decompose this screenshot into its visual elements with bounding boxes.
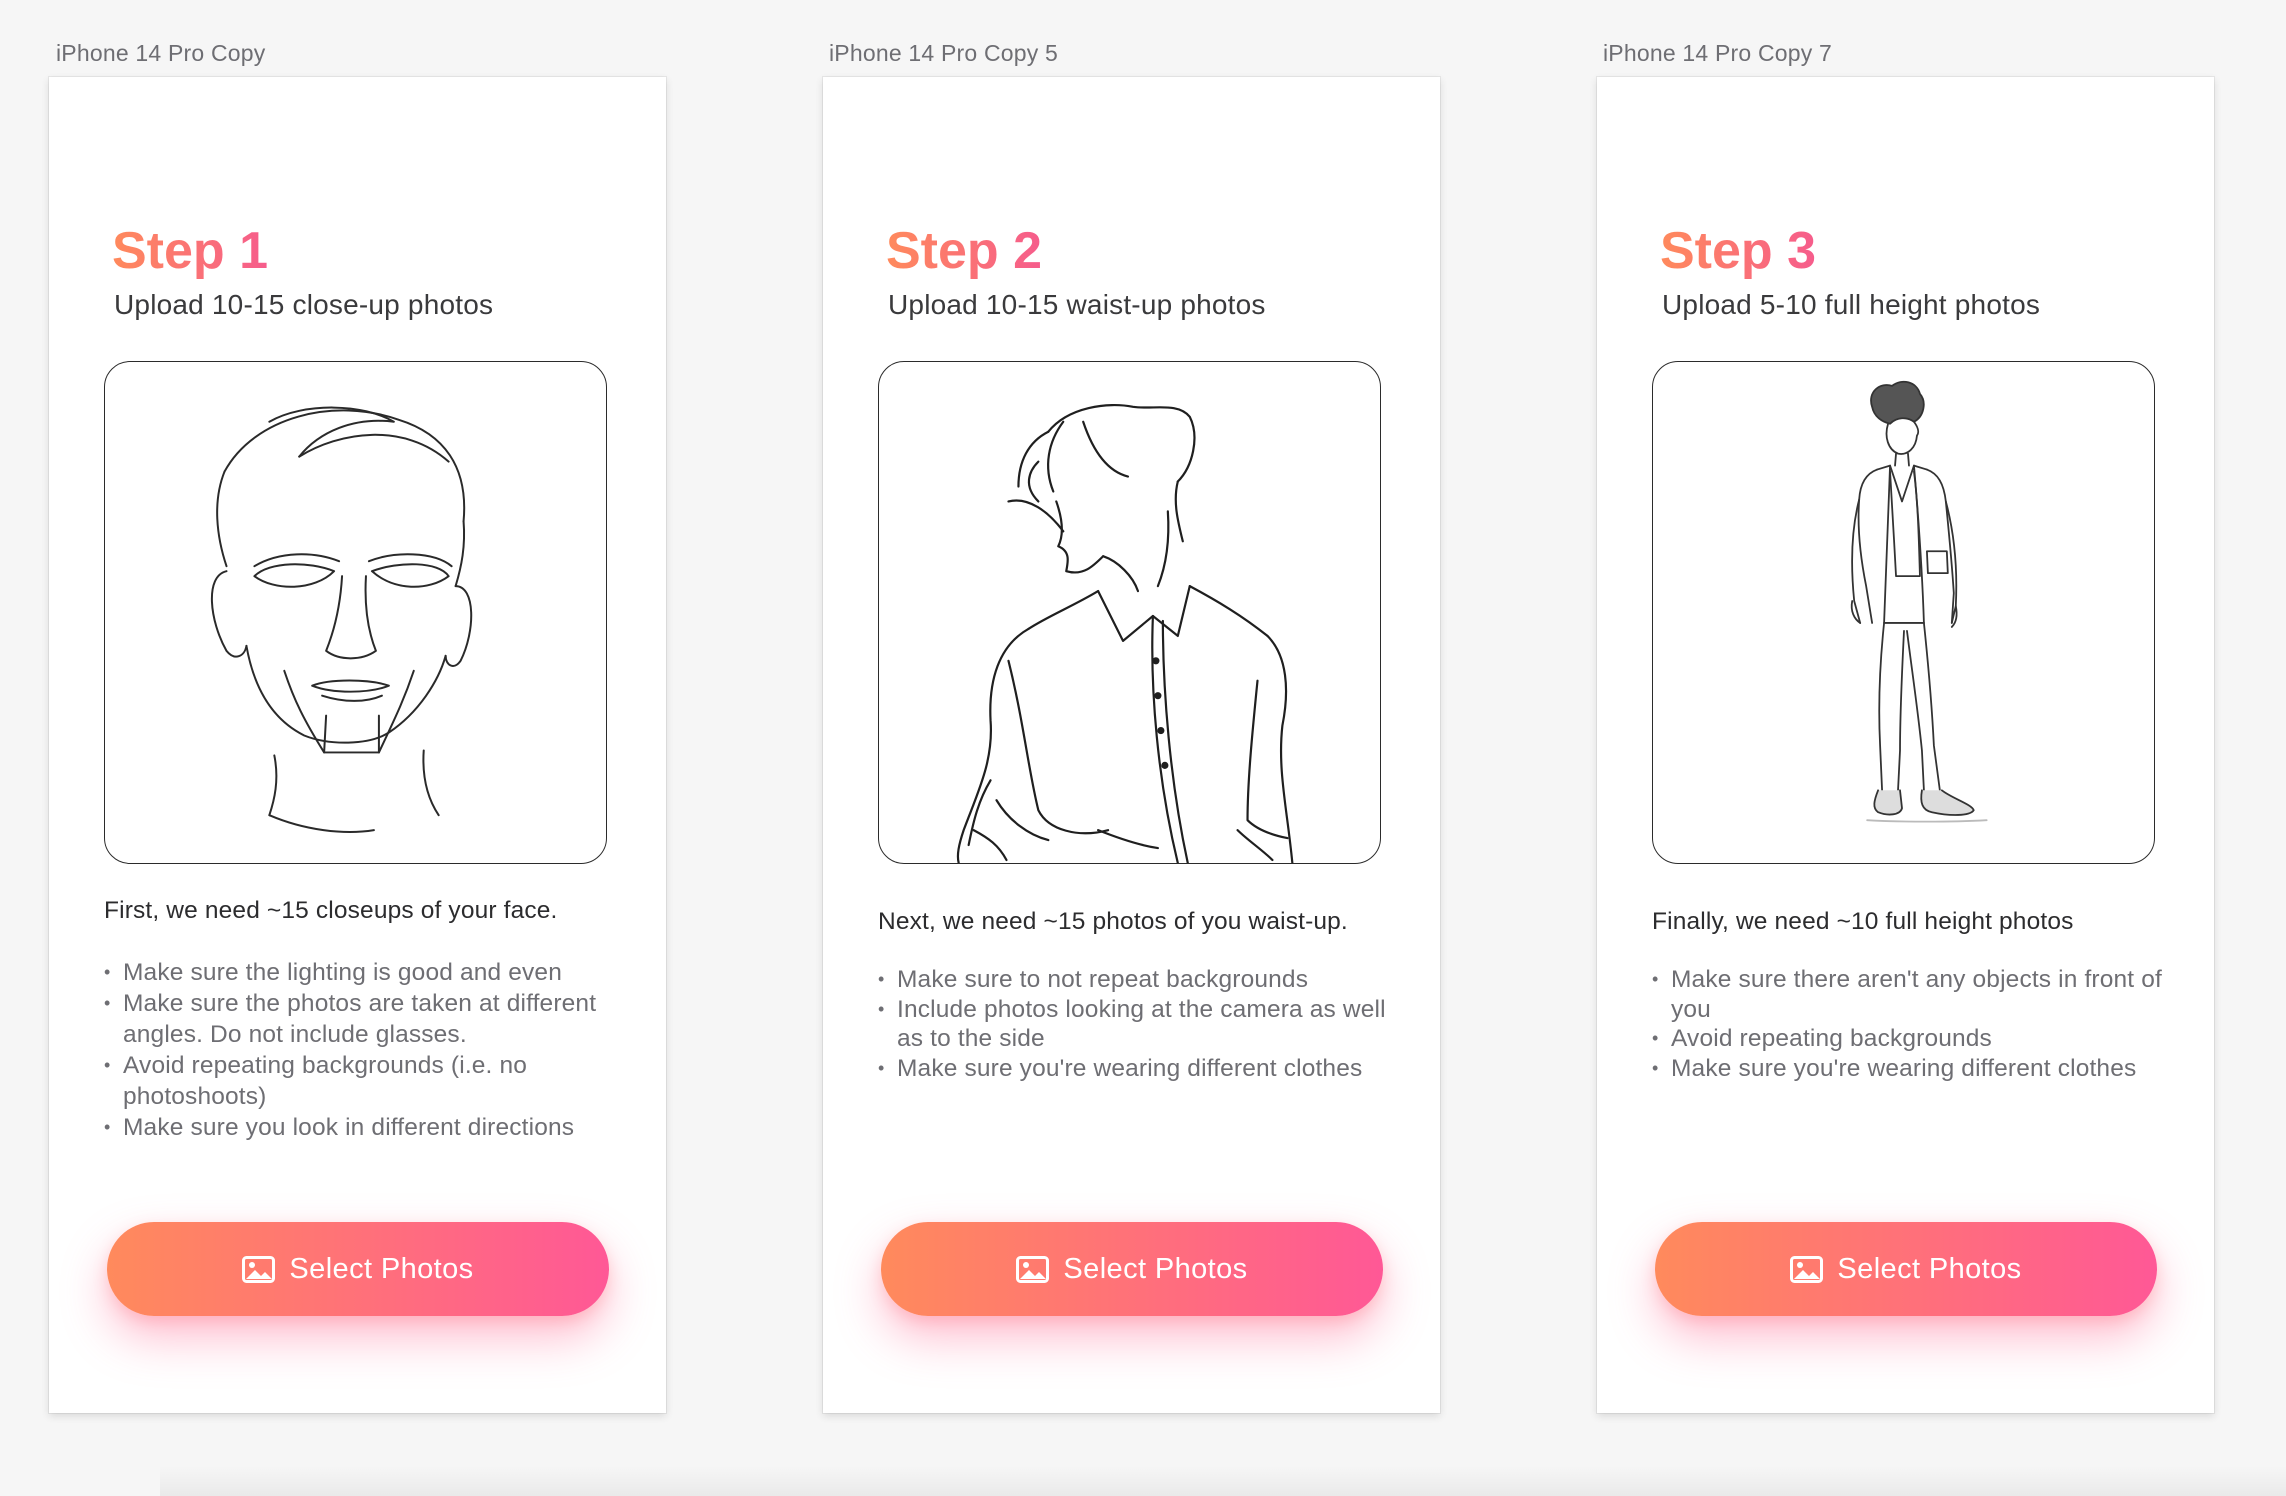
select-photos-label: Select Photos — [289, 1252, 474, 1285]
tip-item: Avoid repeating backgrounds — [1652, 1024, 2172, 1054]
image-icon — [1790, 1255, 1824, 1283]
tips-list: Make sure to not repeat backgrounds Incl… — [878, 965, 1398, 1083]
phone-screen-step-2: Step 2 Upload 10-15 waist-up photos Next… — [823, 77, 1440, 1413]
phone-screen-step-1: Step 1 Upload 10-15 close-up photos Firs… — [49, 77, 666, 1413]
full-height-illustration — [1652, 361, 2155, 864]
face-closeup-illustration — [104, 361, 607, 864]
image-icon — [1016, 1255, 1050, 1283]
tip-item: Make sure you're wearing different cloth… — [1652, 1054, 2172, 1084]
artboard-label-step-1: iPhone 14 Pro Copy — [56, 40, 266, 66]
waist-up-illustration — [878, 361, 1381, 864]
step-title: Step 2 — [886, 220, 1042, 282]
phone-screen-step-3: Step 3 Upload 5-10 full height photos Fi… — [1597, 77, 2214, 1413]
intro-text: Finally, we need ~10 full height photos — [1652, 908, 2074, 935]
tips-list: Make sure the lighting is good and even … — [104, 957, 624, 1143]
select-photos-label: Select Photos — [1063, 1252, 1248, 1285]
step-subtitle: Upload 10-15 close-up photos — [114, 289, 494, 320]
artboard-label-step-2: iPhone 14 Pro Copy 5 — [829, 40, 1059, 66]
tip-item: Avoid repeating backgrounds (i.e. no pho… — [104, 1050, 624, 1112]
step-title: Step 1 — [112, 220, 268, 282]
step-subtitle: Upload 10-15 waist-up photos — [888, 289, 1266, 320]
tip-item: Make sure to not repeat backgrounds — [878, 965, 1398, 995]
image-icon — [242, 1255, 276, 1283]
step-subtitle: Upload 5-10 full height photos — [1662, 289, 2041, 320]
intro-text: Next, we need ~15 photos of you waist-up… — [878, 908, 1348, 935]
tip-item: Make sure you're wearing different cloth… — [878, 1054, 1398, 1084]
step-title: Step 3 — [1660, 220, 1816, 282]
select-photos-button[interactable]: Select Photos — [881, 1222, 1383, 1316]
tips-list: Make sure there aren't any objects in fr… — [1652, 965, 2172, 1083]
tip-item: Make sure there aren't any objects in fr… — [1652, 965, 2172, 1024]
artboard-label-step-3: iPhone 14 Pro Copy 7 — [1603, 40, 1833, 66]
tip-item: Make sure the lighting is good and even — [104, 957, 624, 988]
select-photos-label: Select Photos — [1837, 1252, 2022, 1285]
tip-item: Make sure the photos are taken at differ… — [104, 988, 624, 1050]
select-photos-button[interactable]: Select Photos — [107, 1222, 609, 1316]
canvas-bottom-shadow — [160, 1466, 2286, 1496]
tip-item: Include photos looking at the camera as … — [878, 995, 1398, 1054]
intro-text: First, we need ~15 closeups of your face… — [104, 897, 558, 924]
select-photos-button[interactable]: Select Photos — [1655, 1222, 2157, 1316]
tip-item: Make sure you look in different directio… — [104, 1112, 624, 1143]
